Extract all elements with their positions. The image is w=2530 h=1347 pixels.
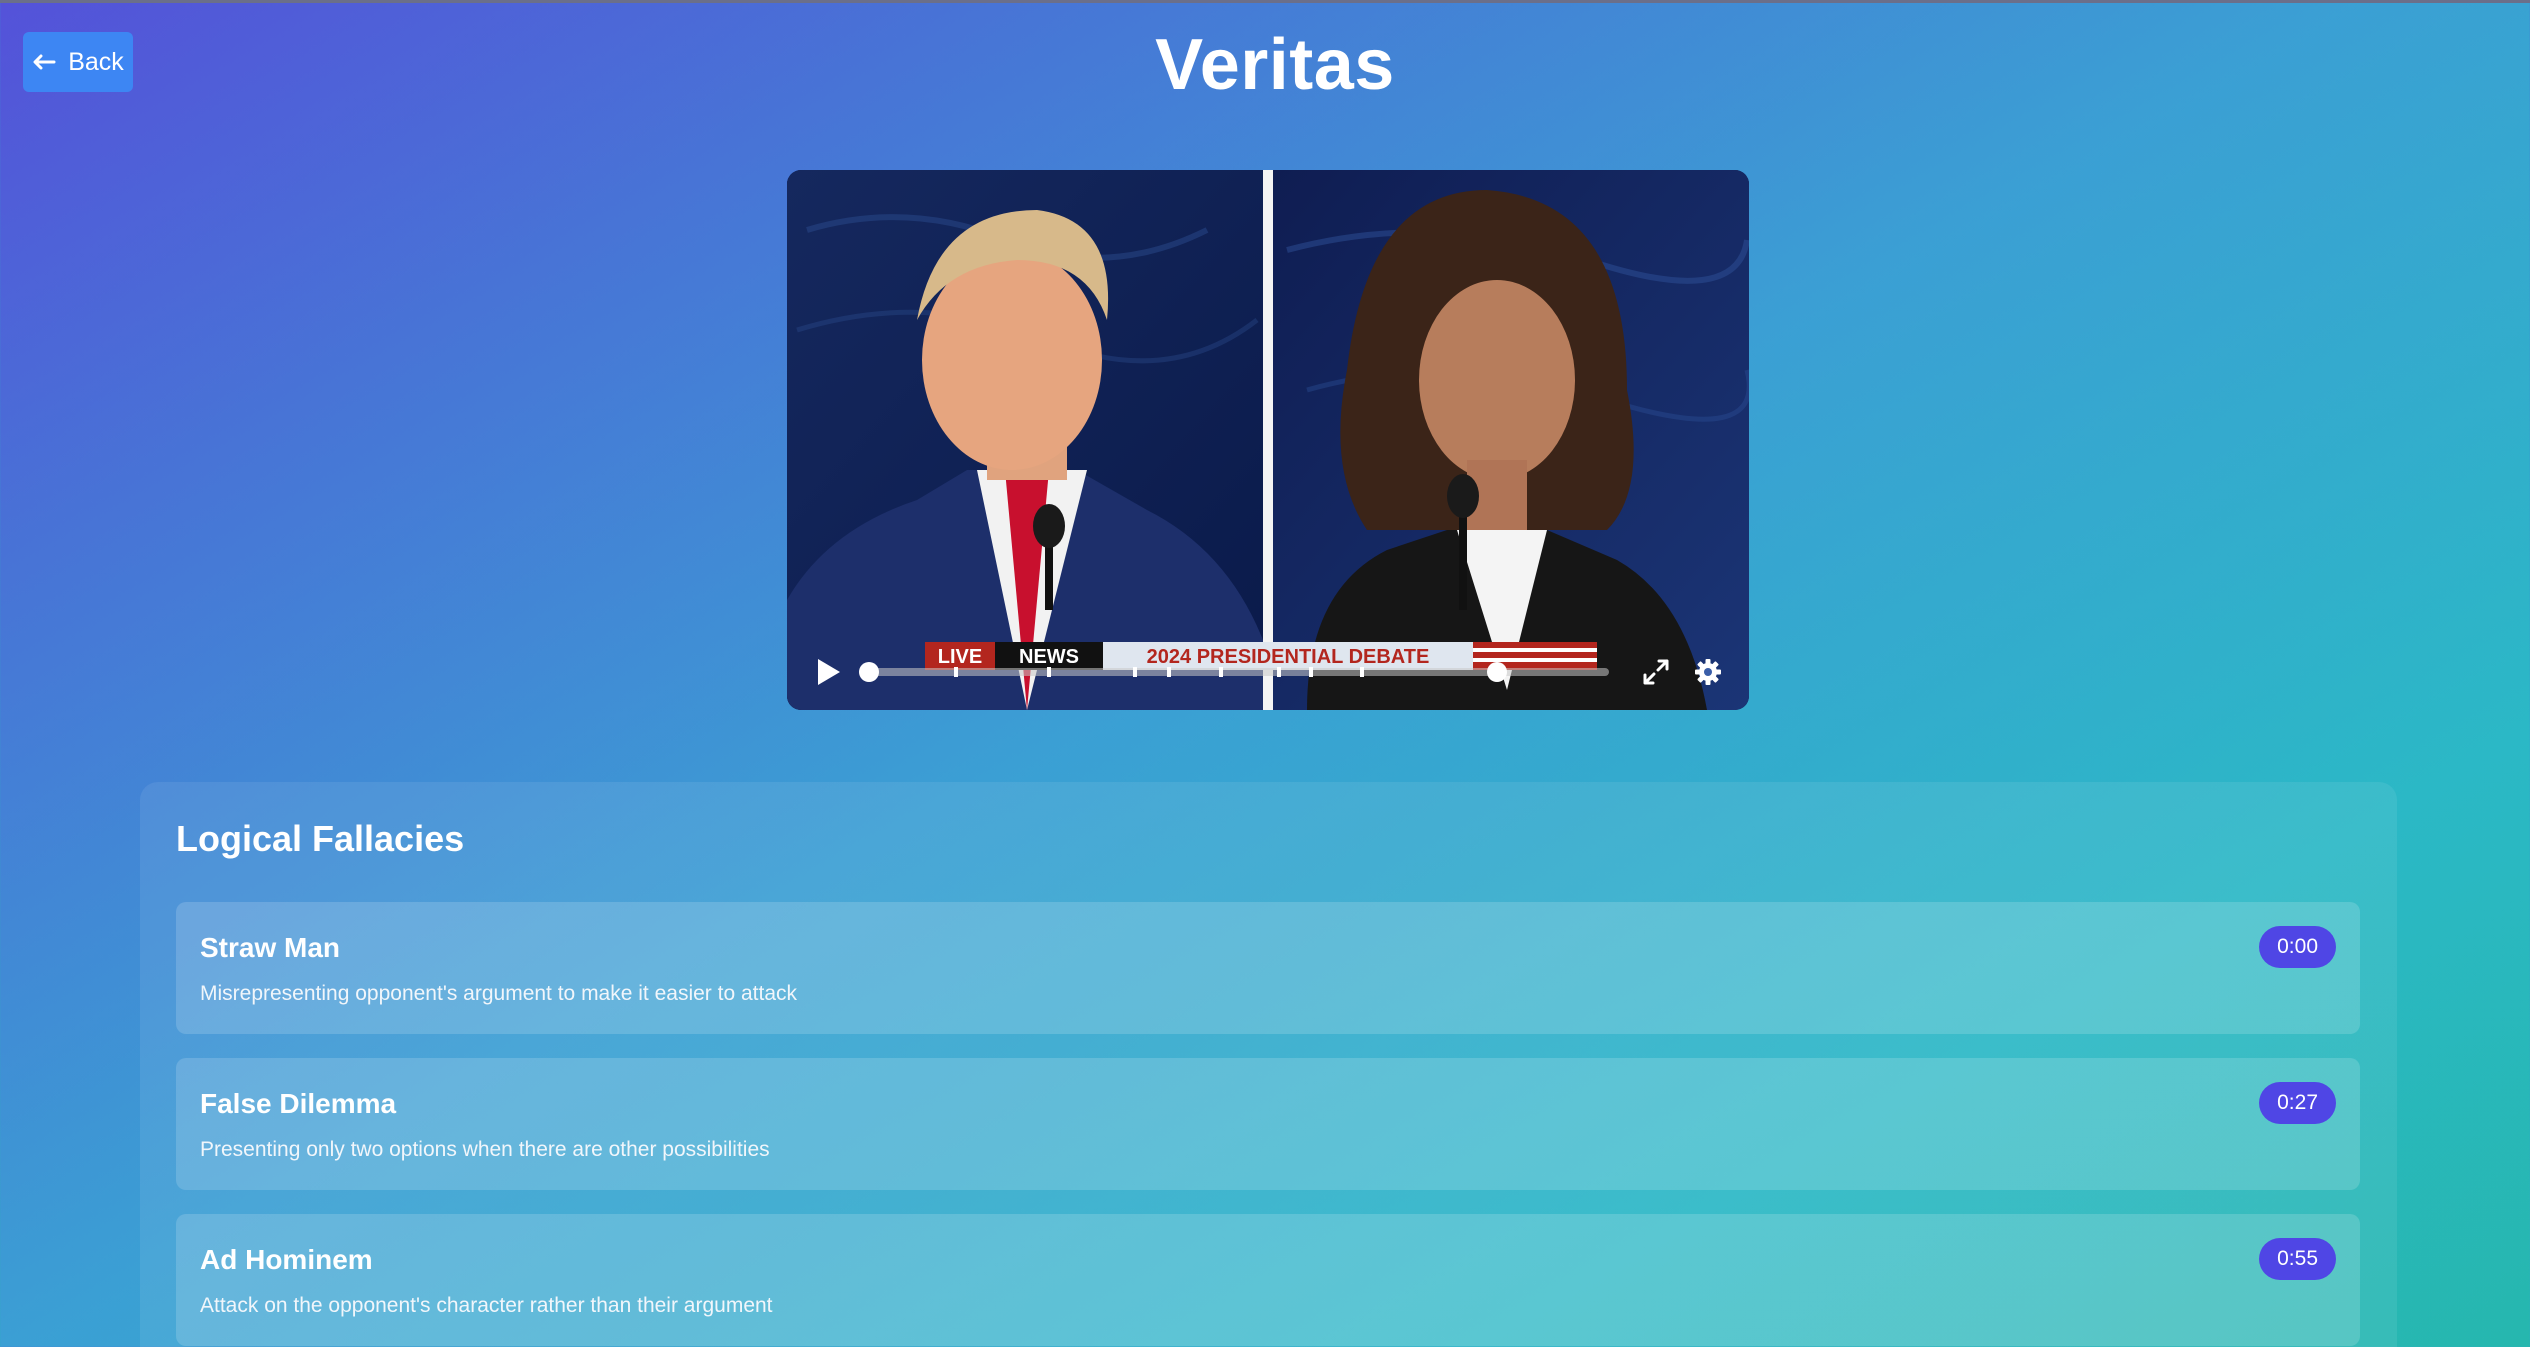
gear-icon[interactable] [1693, 657, 1723, 687]
timestamp-badge[interactable]: 0:00 [2259, 926, 2336, 968]
play-icon[interactable] [813, 656, 843, 688]
window-top-border [0, 0, 2530, 3]
fallacy-name: False Dilemma [200, 1088, 397, 1119]
progress-thumb[interactable] [859, 662, 879, 682]
section-title: Logical Fallacies [176, 818, 465, 859]
chapter-marker[interactable] [1047, 667, 1051, 677]
network-logo-text: NEWS [1019, 646, 1079, 668]
chapter-marker[interactable] [954, 667, 958, 677]
fallacy-description: Misrepresenting opponent's argument to m… [200, 982, 797, 1005]
timestamp-badge[interactable]: 0:55 [2259, 1238, 2336, 1280]
timestamp-badge[interactable]: 0:27 [2259, 1082, 2336, 1124]
chapter-marker[interactable] [1167, 667, 1171, 677]
video-player[interactable]: LIVE NEWS 2024 PRESIDENTIAL DEBATE [787, 170, 1749, 710]
fallacy-name: Ad Hominem [200, 1244, 373, 1275]
chapter-marker[interactable] [1360, 667, 1364, 677]
fallacy-name: Straw Man [200, 932, 341, 963]
fallacy-card-false-dilemma[interactable]: False Dilemma Presenting only two option… [176, 1058, 2360, 1190]
debate-banner-text: 2024 PRESIDENTIAL DEBATE [1147, 646, 1430, 668]
fallacy-card-ad-hominem[interactable]: Ad Hominem Attack on the opponent's char… [176, 1214, 2360, 1346]
video-frame: LIVE NEWS 2024 PRESIDENTIAL DEBATE [787, 170, 1749, 710]
chapter-marker[interactable] [1133, 667, 1137, 677]
live-badge-text: LIVE [938, 646, 982, 668]
fallacy-card-straw-man[interactable]: Straw Man Misrepresenting opponent's arg… [176, 902, 2360, 1034]
fallacy-description: Presenting only two options when there a… [200, 1138, 770, 1161]
chapter-marker[interactable] [1277, 667, 1281, 677]
fullscreen-icon[interactable] [1642, 658, 1670, 686]
volume-thumb[interactable] [1487, 662, 1507, 682]
app-title: Veritas [1155, 25, 1395, 105]
chapter-marker[interactable] [1309, 667, 1313, 677]
chapter-marker[interactable] [1219, 667, 1223, 677]
fallacy-description: Attack on the opponent's character rathe… [200, 1294, 773, 1317]
